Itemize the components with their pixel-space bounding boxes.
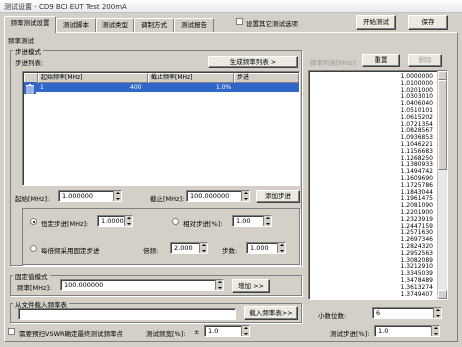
multiplier-input[interactable]: 2.000	[170, 242, 208, 254]
scroll-up-icon[interactable]	[438, 71, 447, 80]
row-start: 1	[40, 84, 44, 91]
freq-list-scrollbar[interactable]	[437, 71, 447, 299]
stop-freq-input[interactable]: 100.000000	[186, 190, 250, 202]
reset-button[interactable]: 重置	[362, 54, 400, 67]
steps-label: 步数:	[222, 247, 238, 255]
spin-icon[interactable]	[124, 216, 132, 226]
fixed-step-radio[interactable]	[30, 218, 37, 225]
fixed-mode-label: 固定值模式	[13, 271, 50, 281]
tab-modulation[interactable]: 调制方式	[134, 18, 174, 32]
spin-icon[interactable]	[113, 191, 121, 201]
window-title: 测试设置 - CD9 BCI EUT Test 200mA	[4, 3, 127, 11]
multiplier-label: 倍频:	[143, 247, 159, 255]
bandwidth-label: 测试频宽[%]:	[146, 330, 186, 338]
add-fixed-button[interactable]: 增加 >>	[232, 279, 270, 293]
spin-icon[interactable]	[215, 280, 223, 290]
scroll-thumb[interactable]	[438, 80, 447, 170]
other-options-label: 设置其它测试选项	[246, 20, 298, 28]
relative-step-input[interactable]: 1.00	[232, 215, 272, 227]
delete-button[interactable]: 删除	[408, 54, 442, 67]
freq-list-label: 频率列表[MHz]:	[310, 59, 358, 67]
bandwidth-plusminus: ±	[194, 328, 200, 336]
row-step: 1.0%	[216, 84, 232, 91]
trash-icon[interactable]	[24, 82, 36, 94]
spin-icon[interactable]	[241, 326, 249, 336]
spin-icon[interactable]	[241, 191, 249, 201]
steps-input[interactable]: 1.000	[246, 242, 286, 254]
scroll-down-icon[interactable]	[438, 290, 447, 299]
list-item[interactable]: 1.3749407	[401, 291, 433, 298]
octave-step-label: 每倍频采用固定步进	[41, 247, 100, 255]
test-step-input[interactable]: 1.0	[374, 325, 440, 337]
table-header[interactable]: 步进	[234, 73, 299, 83]
fixed-step-input[interactable]: 1.000000	[97, 215, 133, 227]
spin-icon[interactable]	[433, 308, 441, 318]
spin-icon[interactable]	[199, 243, 207, 253]
step-table: 起始频率[MHz] 截止频率[MHz] 步进 1 1 400 1.0%	[22, 71, 300, 186]
tab-frequency-settings[interactable]: 频率测试设置	[4, 16, 56, 33]
relative-step-radio[interactable]	[172, 218, 179, 225]
generate-list-button[interactable]: 生成频率列表 >	[208, 56, 298, 68]
step-mode-label: 步进模式	[13, 46, 43, 56]
start-test-button[interactable]: 开始测试	[356, 15, 396, 30]
spin-icon[interactable]	[431, 326, 439, 336]
row-stop: 400	[130, 84, 142, 91]
other-options-checkbox[interactable]	[236, 18, 243, 25]
save-button[interactable]: 保存	[408, 15, 448, 30]
fixed-step-label: 恒定步进[MHz]:	[41, 220, 89, 228]
load-list-button[interactable]: 载入频率表>>	[244, 306, 298, 320]
stop-freq-label: 截止[MHz]:	[150, 195, 185, 203]
tab-test-report[interactable]: 测试报告	[174, 18, 214, 32]
tab-test-script[interactable]: 测试脚本	[56, 18, 96, 32]
tab-test-type[interactable]: 测试类型	[96, 18, 134, 32]
spin-icon[interactable]	[263, 216, 271, 226]
start-freq-input[interactable]: 1.000000	[58, 190, 122, 202]
test-step-label: 测试步进[%]:	[330, 330, 370, 338]
add-step-button[interactable]: 添加步进	[256, 190, 300, 203]
fixed-freq-label: 频率[MHz]:	[17, 284, 52, 292]
decimals-input[interactable]: 6	[372, 307, 442, 319]
spin-icon[interactable]	[277, 243, 285, 253]
table-header[interactable]: 起始频率[MHz]	[38, 73, 148, 83]
file-path-input[interactable]	[18, 308, 236, 320]
decimals-label: 小数位数:	[318, 312, 347, 320]
octave-step-radio[interactable]	[30, 245, 37, 252]
vswr-label: 需要预扫VSWR确定最终测试频率点	[19, 330, 124, 338]
freq-list[interactable]: 1.0000000 1.0100000 1.0201000 1.0303010 1.04…	[308, 70, 448, 300]
start-freq-label: 起始[MHz]:	[15, 195, 50, 203]
table-header[interactable]: 截止频率[MHz]	[148, 73, 234, 83]
relative-step-label: 相对步进[%]:	[183, 220, 223, 228]
panel-title: 频率测试	[8, 37, 34, 45]
title-bar: 测试设置 - CD9 BCI EUT Test 200mA	[0, 0, 462, 13]
step-list-label: 步进列表:	[15, 59, 44, 67]
bandwidth-input[interactable]: 1.0	[204, 325, 250, 337]
vswr-checkbox[interactable]	[8, 328, 15, 335]
fixed-freq-input[interactable]: 100.000000	[60, 279, 224, 291]
table-row[interactable]: 1 1 400 1.0%	[24, 83, 299, 92]
